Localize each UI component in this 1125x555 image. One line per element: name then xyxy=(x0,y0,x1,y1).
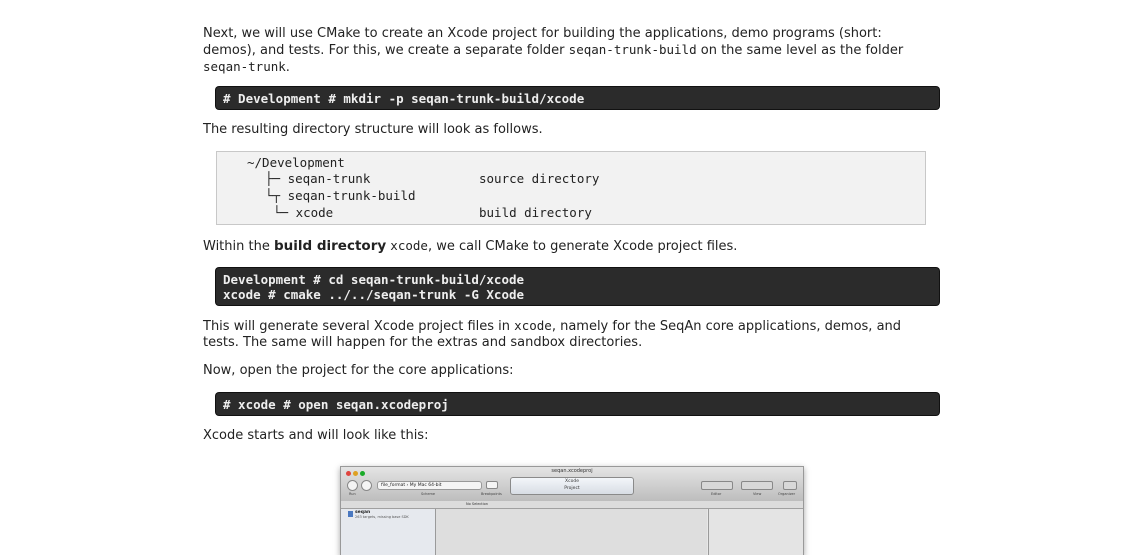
command-block-cmake: Development # cd seqan-trunk-build/xcode… xyxy=(216,268,939,305)
editor-segment-icon xyxy=(701,481,733,490)
xcode-editor-area xyxy=(436,509,707,555)
directory-tree-block: ~/Development ├─ seqan-trunk source dire… xyxy=(216,151,926,225)
xcode-screenshot-image: seqan.xcodeproj file_format › My Mac 64-… xyxy=(340,466,804,555)
paragraph-directory-structure: The resulting directory structure will l… xyxy=(203,122,543,137)
tree-item-xcode: └─ xcode xyxy=(273,205,334,220)
breakpoints-icon xyxy=(486,481,498,489)
inline-code-build-folder: seqan-trunk-build xyxy=(568,42,697,57)
label-view: View xyxy=(753,492,762,496)
stop-icon xyxy=(361,480,372,491)
inline-code-trunk-folder: seqan-trunk xyxy=(203,59,286,74)
label-editor: Editor xyxy=(711,492,722,496)
activity-subtitle: Project xyxy=(564,486,580,491)
paragraph-intro: Next, we will use CMake to create an Xco… xyxy=(203,26,938,76)
intro-text-2: on the same level as the folder xyxy=(696,43,904,58)
build-dir-text-1: Within the xyxy=(203,239,274,254)
tree-root: ~/Development xyxy=(247,155,345,170)
generate-text-1: This will generate several Xcode project… xyxy=(203,319,515,334)
paragraph-open-project: Now, open the project for the core appli… xyxy=(203,363,514,378)
view-segment-icon xyxy=(741,481,773,490)
xcode-activity-view: Xcode Project xyxy=(510,477,634,495)
run-icon xyxy=(347,480,358,491)
xcode-toolbar: seqan.xcodeproj file_format › My Mac 64-… xyxy=(341,467,803,502)
inline-code-xcode-2: xcode xyxy=(514,318,552,333)
navigator-project-subtitle: 263 targets, missing base SDK xyxy=(355,515,409,519)
xcode-scheme-selector: file_format › My Mac 64-bit xyxy=(377,481,482,490)
label-run: Run xyxy=(349,492,356,496)
command-mkdir-text: # Development # mkdir -p seqan-trunk-bui… xyxy=(223,91,585,106)
command-open-text: # xcode # open seqan.xcodeproj xyxy=(223,397,449,412)
command-block-mkdir: # Development # mkdir -p seqan-trunk-bui… xyxy=(216,87,939,109)
tree-item-seqan-trunk-build: └┬ seqan-trunk-build xyxy=(265,188,416,203)
command-block-open: # xcode # open seqan.xcodeproj xyxy=(216,393,939,415)
jump-bar-text: No Selection xyxy=(466,502,489,506)
label-breakpoints: Breakpoints xyxy=(481,492,502,496)
build-dir-text-2: , we call CMake to generate Xcode projec… xyxy=(427,239,738,254)
organizer-icon xyxy=(783,481,797,490)
xcode-window-title: seqan.xcodeproj xyxy=(551,468,593,474)
xcode-jump-bar: No Selection xyxy=(341,501,803,509)
xcode-utilities-pane xyxy=(708,509,803,555)
xcode-navigator: seqan 263 targets, missing base SDK xyxy=(341,509,436,555)
tree-desc-build: build directory xyxy=(479,205,592,220)
command-cmake-text: xcode # cmake ../../seqan-trunk -G Xcode xyxy=(223,287,525,302)
paragraph-generate: This will generate several Xcode project… xyxy=(203,318,938,351)
project-file-icon xyxy=(348,511,353,517)
intro-text-3: . xyxy=(285,60,290,75)
label-scheme: Scheme xyxy=(421,492,436,496)
inline-code-xcode: xcode xyxy=(390,238,428,253)
paragraph-build-directory: Within the build directory xcode, we cal… xyxy=(203,238,737,255)
build-directory-bold: build directory xyxy=(273,238,387,254)
activity-title: Xcode xyxy=(565,479,579,484)
paragraph-xcode-starts: Xcode starts and will look like this: xyxy=(203,428,429,443)
tree-desc-source: source directory xyxy=(479,171,600,186)
command-cd-text: Development # cd seqan-trunk-build/xcode xyxy=(223,272,525,287)
tree-item-seqan-trunk: ├─ seqan-trunk xyxy=(265,171,371,186)
label-organizer: Organizer xyxy=(778,492,796,496)
